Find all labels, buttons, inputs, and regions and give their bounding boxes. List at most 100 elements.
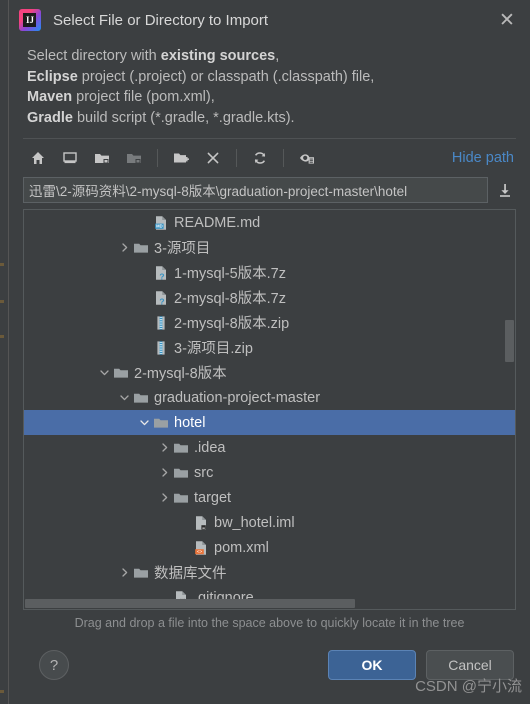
tree-row-label: 2-mysql-8版本: [134, 366, 227, 382]
tree-row-label: .idea: [194, 439, 226, 456]
tree-row[interactable]: 数据库文件: [24, 560, 515, 585]
chevron-right-icon[interactable]: [156, 435, 172, 460]
chevron-right-icon[interactable]: [156, 485, 172, 510]
dialog-footer: ? OK Cancel: [9, 634, 530, 704]
description-line-1: Select directory with existing sources,: [27, 46, 514, 67]
tree-row[interactable]: hotel: [24, 410, 515, 435]
dialog-titlebar: IJ Select File or Directory to Import ✕: [9, 0, 530, 40]
tree-row[interactable]: 2-mysql-8版本.zip: [24, 310, 515, 335]
folder-icon: [112, 360, 130, 385]
help-button[interactable]: ?: [39, 650, 69, 680]
svg-text:?: ?: [159, 296, 164, 305]
tree-row-label: 2-mysql-8版本.zip: [174, 316, 290, 332]
show-hidden-files-button[interactable]: [292, 144, 322, 172]
drag-drop-hint: Drag and drop a file into the space abov…: [74, 616, 465, 630]
delete-icon: [205, 150, 221, 166]
description-line-2-rest: project (.project) or classpath (.classp…: [77, 68, 375, 85]
description-line-1-prefix: Select directory with: [27, 48, 161, 64]
cancel-button[interactable]: Cancel: [426, 650, 514, 680]
tree-row[interactable]: target: [24, 485, 515, 510]
tree-row[interactable]: 3-源项目: [24, 235, 515, 260]
tree-row-label: hotel: [174, 414, 206, 431]
folder-icon: [132, 235, 150, 260]
chevron-down-icon[interactable]: [136, 410, 152, 435]
toolbar-separator-2: [236, 149, 237, 167]
description-line-3-bold: Maven: [27, 89, 73, 105]
folder-icon: [132, 385, 150, 410]
refresh-icon: [252, 150, 268, 166]
description-line-2: Eclipse project (.project) or classpath …: [27, 67, 514, 88]
archive-file-icon: [152, 310, 170, 335]
tree-row-label: 2-mysql-8版本.7z: [174, 291, 286, 307]
chevron-right-icon[interactable]: [156, 460, 172, 485]
new-folder-icon: [173, 150, 189, 166]
ok-button[interactable]: OK: [328, 650, 416, 680]
description-line-1-bold: existing sources: [160, 48, 276, 64]
iml-file-icon: [192, 510, 210, 535]
folder-icon: [172, 435, 190, 460]
tree-vertical-scrollbar[interactable]: [505, 320, 514, 362]
dialog-title: Select File or Directory to Import: [53, 11, 269, 29]
show-hidden-files-icon: [299, 150, 316, 166]
dialog-description: Select directory with existing sources, …: [9, 40, 530, 138]
toolbar-separator: [157, 149, 158, 167]
path-row: 迅雷\2-源码资料\2-mysql-8版本\graduation-project…: [23, 177, 516, 203]
description-line-3-rest: project file (pom.xml),: [72, 89, 215, 105]
path-input[interactable]: 迅雷\2-源码资料\2-mysql-8版本\graduation-project…: [23, 177, 488, 203]
svg-text:<>: <>: [197, 549, 203, 554]
download-arrow-icon[interactable]: [494, 178, 516, 202]
description-line-2-bold: Eclipse: [27, 68, 78, 85]
file-tree-panel[interactable]: MD README.md 3-源项目? 1-mysql-5版本.7z? 2-mysql-…: [23, 209, 516, 610]
import-file-dialog: IJ Select File or Directory to Import ✕ …: [8, 0, 530, 704]
hide-path-link[interactable]: Hide path: [452, 150, 516, 166]
home-icon: [30, 150, 46, 166]
chevron-down-icon[interactable]: [116, 385, 132, 410]
folder-icon: [132, 560, 150, 585]
description-line-3: Maven project file (pom.xml),: [27, 87, 514, 108]
tree-row[interactable]: 2-mysql-8版本: [24, 360, 515, 385]
tree-row-label: 3-源项目.zip: [174, 341, 253, 357]
refresh-button[interactable]: [245, 144, 275, 172]
description-line-4: Gradle build script (*.gradle, *.gradle.…: [27, 108, 514, 129]
tree-row-label: bw_hotel.iml: [214, 514, 295, 531]
close-icon[interactable]: ✕: [490, 5, 524, 35]
desktop-background-strip: [0, 0, 8, 704]
description-line-4-bold: Gradle: [27, 109, 73, 126]
file-chooser-toolbar: Hide path: [23, 138, 516, 177]
tree-row[interactable]: graduation-project-master: [24, 385, 515, 410]
tree-row[interactable]: ? 2-mysql-8版本.7z: [24, 285, 515, 310]
description-line-4-rest: build script (*.gradle, *.gradle.kts).: [72, 109, 295, 126]
home-button[interactable]: [23, 144, 53, 172]
expand-folder-button[interactable]: [87, 144, 117, 172]
unknown-file-icon: ?: [152, 260, 170, 285]
new-folder-button[interactable]: [166, 144, 196, 172]
tree-row[interactable]: <> pom.xml: [24, 535, 515, 560]
markdown-file-icon: MD: [152, 210, 170, 235]
tree-row[interactable]: bw_hotel.iml: [24, 510, 515, 535]
description-line-1-suffix: ,: [275, 48, 280, 64]
tree-horizontal-scrollbar[interactable]: [25, 599, 355, 608]
desktop-icon: [62, 150, 78, 166]
chevron-down-icon[interactable]: [96, 360, 112, 385]
tree-row-label: 1-mysql-5版本.7z: [174, 266, 286, 282]
screenshot-root: IJ Select File or Directory to Import ✕ …: [0, 0, 530, 704]
toolbar-separator-3: [283, 149, 284, 167]
tree-row[interactable]: ? 1-mysql-5版本.7z: [24, 260, 515, 285]
chevron-right-icon[interactable]: [116, 235, 132, 260]
chevron-right-icon[interactable]: [116, 560, 132, 585]
tree-row[interactable]: MD README.md: [24, 210, 515, 235]
tree-row-label: 数据库文件: [154, 566, 227, 582]
expand-folder-icon: [94, 150, 110, 166]
collapse-folder-button[interactable]: [119, 144, 149, 172]
folder-icon: [172, 485, 190, 510]
file-tree[interactable]: MD README.md 3-源项目? 1-mysql-5版本.7z? 2-mysql-…: [24, 210, 515, 609]
tree-row[interactable]: .idea: [24, 435, 515, 460]
intellij-idea-logo-icon: IJ: [19, 9, 41, 31]
unknown-file-icon: ?: [152, 285, 170, 310]
tree-row[interactable]: 3-源项目.zip: [24, 335, 515, 360]
folder-icon: [152, 410, 170, 435]
folder-icon: [172, 460, 190, 485]
desktop-button[interactable]: [55, 144, 85, 172]
delete-button[interactable]: [198, 144, 228, 172]
tree-row[interactable]: src: [24, 460, 515, 485]
